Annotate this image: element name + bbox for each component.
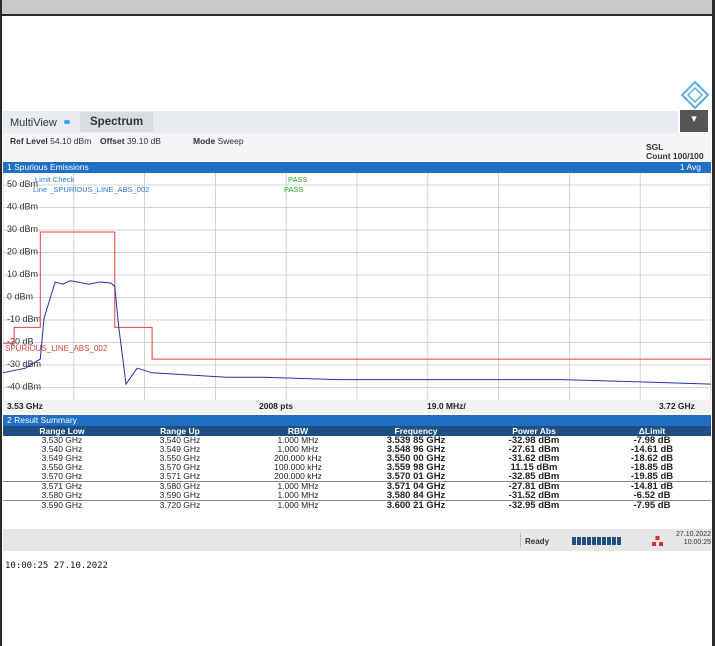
offset: Offset 39.10 dB xyxy=(100,136,161,146)
status-date: 27.10.2022 xyxy=(676,531,712,538)
y-tick-label: 20 dBm xyxy=(7,247,38,257)
table-row[interactable]: 3.580 GHz 3.590 GHz 1.000 MHz 3.580 84 GHz -… xyxy=(3,491,711,501)
x-axis-bar: 3.53 GHz 2008 pts 19.0 MHz/ 3.72 GHz xyxy=(3,400,711,413)
status-time: 10:00:25 xyxy=(683,539,712,546)
avg-badge: 1 Avg xyxy=(679,162,701,172)
y-tick-label: 40 dBm xyxy=(7,202,38,212)
table-cell: 3.600 21 GHz xyxy=(386,500,446,511)
table-header-row: Range Low Range Up RBW Frequency Power Abs ΔL… xyxy=(3,426,711,436)
y-tick-label: -40 dBm xyxy=(7,382,41,392)
limit-line-label: SPURIOUS_LINE_ABS_002 xyxy=(5,344,108,353)
table-row[interactable]: 3.540 GHz 3.549 GHz 1.000 MHz 3.548 96 GHz -… xyxy=(3,445,711,455)
x-points: 2008 pts xyxy=(259,401,294,411)
table-cell: 3.720 GHz xyxy=(159,500,201,510)
table-row[interactable]: 3.550 GHz 3.570 GHz 100.000 kHz 3.559 98 GH… xyxy=(3,463,711,473)
ref-level: Ref Level 54.10 dBm xyxy=(10,136,92,146)
x-span: 19.0 MHz/ xyxy=(427,401,466,411)
status-divider xyxy=(520,533,521,547)
measurement-info-bar: Ref Level 54.10 dBm Offset 39.10 dB Mode… xyxy=(3,133,711,161)
rs-logo-icon xyxy=(680,80,710,110)
table-row[interactable]: 3.571 GHz 3.580 GHz 1.000 MHz 3.571 04 GHz -… xyxy=(3,482,711,491)
y-tick-label: -10 dBm xyxy=(7,314,41,324)
limit-check-pass-1: PASS xyxy=(288,175,307,184)
y-tick-label: 30 dBm xyxy=(7,224,38,234)
progress-bars-icon xyxy=(572,537,621,545)
grid xyxy=(3,173,711,400)
status-ready: Ready xyxy=(525,537,550,546)
table-cell: -32.95 dBm xyxy=(508,500,560,511)
panel-title-bar[interactable]: 1 Spurious Emissions 1 Avg xyxy=(3,162,711,173)
result-summary-title-bar[interactable]: 2 Result Summary xyxy=(3,415,711,426)
limit-check-pass-2: PASS xyxy=(284,185,303,194)
sweep-count: Count 100/100 xyxy=(646,151,704,161)
y-tick-label: 10 dBm xyxy=(7,269,38,279)
window-top-band xyxy=(0,0,715,16)
network-icon xyxy=(652,536,663,546)
limit-check-title: Limit Check xyxy=(35,175,74,184)
table-cell: 1.000 MHz xyxy=(277,500,319,510)
x-stop: 3.72 GHz xyxy=(659,401,695,411)
result-summary-title: 2 Result Summary xyxy=(7,415,77,425)
y-tick-label: 0 dBm xyxy=(7,292,33,302)
tab-indicator-icon xyxy=(64,120,70,124)
table-row[interactable]: 3.590 GHz 3.720 GHz 1.000 MHz 3.600 21 GHz -… xyxy=(3,500,711,511)
spectrum-chart: 50 dBm40 dBm30 dBm20 dBm10 dBm0 dBm-10 d… xyxy=(3,173,711,400)
table-cell: -7.95 dB xyxy=(633,500,671,511)
table-row[interactable]: 3.530 GHz 3.540 GHz 1.000 MHz 3.539 85 GHz -… xyxy=(3,436,711,446)
y-tick-label: -30 dBm xyxy=(7,359,41,369)
table-row[interactable]: 3.570 GHz 3.571 GHz 200.000 kHz 3.570 01 GH… xyxy=(3,472,711,482)
tab-spectrum[interactable]: Spectrum xyxy=(80,112,154,132)
table-row[interactable]: 3.549 GHz 3.550 GHz 200.000 kHz 3.550 00 GH… xyxy=(3,454,711,464)
hamburger-menu-icon[interactable]: ▾ xyxy=(680,110,708,132)
timestamp: 10:00:25 27.10.2022 xyxy=(5,561,108,571)
mode: Mode Sweep xyxy=(193,136,244,146)
frame-left-border xyxy=(0,0,2,646)
x-start: 3.53 GHz xyxy=(7,401,43,411)
panel-title: 1 Spurious Emissions xyxy=(7,162,89,172)
result-summary-table: Range Low Range Up RBW Frequency Power Abs ΔL… xyxy=(3,426,711,510)
status-separator-icon: · xyxy=(85,535,88,544)
status-datetime: 27.10.2022 10:00:25 xyxy=(676,531,711,547)
y-tick-labels: 50 dBm40 dBm30 dBm20 dBm10 dBm0 dBm-10 d… xyxy=(7,179,41,392)
tab-multiview[interactable]: MultiView xyxy=(10,117,57,129)
limit-check-line: Line _SPURIOUS_LINE_ABS_002 xyxy=(33,185,149,194)
table-cell: 3.590 GHz xyxy=(41,500,83,510)
